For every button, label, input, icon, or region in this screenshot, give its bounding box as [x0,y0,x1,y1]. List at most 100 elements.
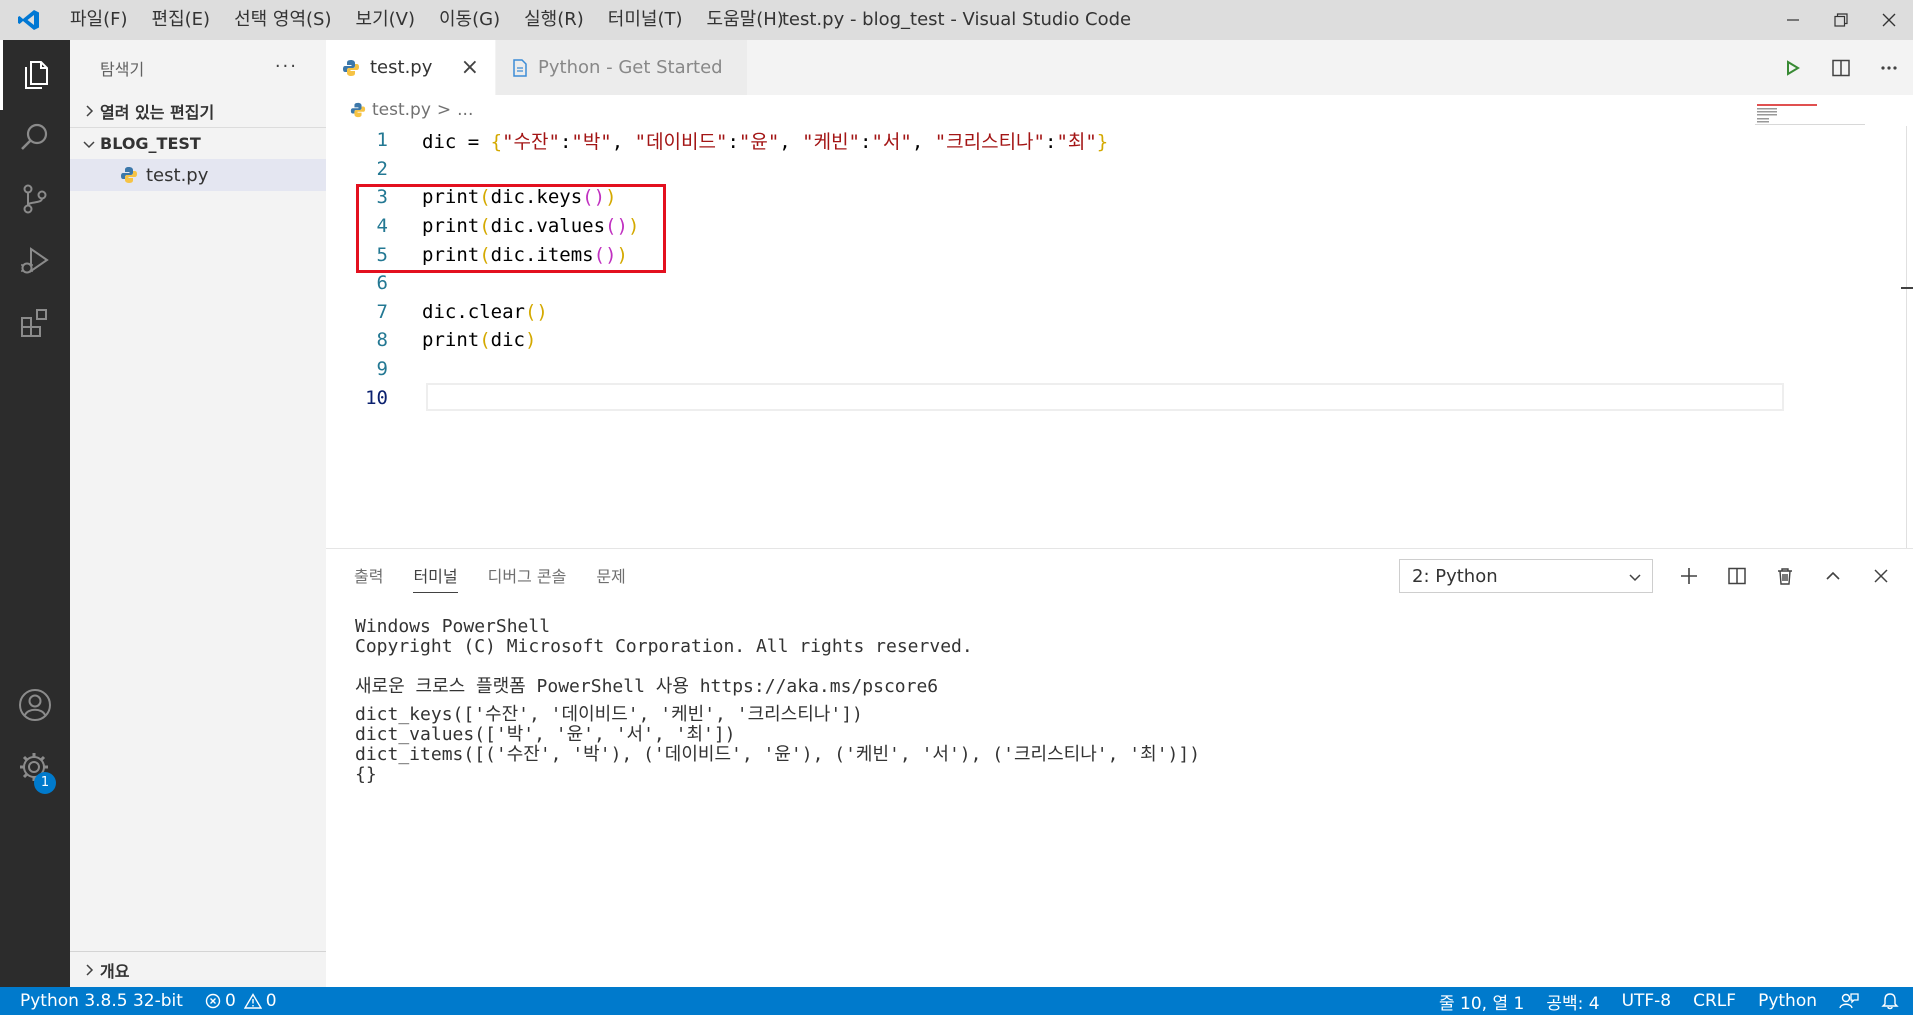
minimap[interactable] [1755,102,1865,126]
warning-icon [243,993,262,1009]
breadcrumb-file[interactable]: test.py [372,100,431,120]
code-line: 6 [326,269,1786,298]
panel-tabs: 출력 터미널 디버그 콘솔 문제 [326,549,656,601]
kill-terminal-button[interactable] [1761,559,1809,593]
split-terminal-button[interactable] [1713,559,1761,593]
editor-actions [1769,40,1913,95]
terminal-line: Windows PowerShell [355,616,551,637]
code-text: print(dic) [422,329,537,352]
tab-label: test.py [370,57,433,78]
bottom-panel: 출력 터미널 디버그 콘솔 문제 2: Python Windows Power… [326,548,1913,987]
menu-help[interactable]: 도움말(H) [695,0,796,40]
folder-section[interactable]: BLOG_TEST [70,127,326,159]
line-number: 10 [365,386,388,409]
tab-debug-console[interactable]: 디버그 콘솔 [488,549,567,601]
indentation-status[interactable]: 공백: 4 [1546,989,1599,1014]
close-tab-icon[interactable]: × [461,55,479,80]
python-file-icon [120,166,138,184]
menu-selection[interactable]: 선택 영역(S) [222,0,343,40]
minimize-button[interactable] [1769,0,1817,40]
close-panel-button[interactable] [1857,559,1905,593]
tab-terminal[interactable]: 터미널 [413,549,458,601]
terminal-select[interactable]: 2: Python [1399,559,1653,593]
tab-problems[interactable]: 문제 [596,549,625,601]
feedback-button[interactable] [1839,992,1859,1010]
line-number: 8 [376,329,388,352]
terminal-output[interactable]: Windows PowerShell Copyright (C) Microso… [355,617,1200,785]
feedback-icon [1839,993,1859,1009]
search-icon [21,123,48,150]
manage-activity[interactable]: 1 [0,732,70,802]
file-label: test.py [146,164,209,186]
menu-file[interactable]: 파일(F) [58,0,140,40]
code-text: dic.clear() [422,300,548,323]
editor-tabs: test.py × Python - Get Started [326,40,1913,95]
menu-view[interactable]: 보기(V) [344,0,427,40]
terminal-select-value: 2: Python [1412,565,1498,587]
new-terminal-button[interactable] [1665,559,1713,593]
split-editor-icon [1832,59,1850,76]
language-mode-status[interactable]: Python [1758,991,1817,1011]
menu-run[interactable]: 실행(R) [512,0,596,40]
extensions-icon [21,309,47,337]
problems-status[interactable]: 0 0 [205,991,277,1011]
line-number: 6 [376,272,388,295]
search-activity[interactable] [0,102,70,172]
notifications-button[interactable] [1881,992,1899,1010]
maximize-panel-button[interactable] [1809,559,1857,593]
file-tree-item[interactable]: test.py [70,159,326,191]
chevron-down-icon [1628,568,1642,589]
close-icon [1882,13,1896,27]
source-control-icon [23,184,47,214]
split-editor-button[interactable] [1817,40,1865,95]
encoding-status[interactable]: UTF-8 [1622,991,1672,1011]
breadcrumb-symbol[interactable]: ... [457,100,473,120]
document-icon [512,58,528,77]
terminal-line: dict_values(['박', '윤', '서', '최']) [355,724,736,745]
breadcrumb-separator: > [436,100,452,120]
run-debug-activity[interactable] [0,226,70,296]
terminal-line: dict_items([('수잔', '박'), ('데이비드', '윤'), … [355,744,1201,765]
tab-python-get-started[interactable]: Python - Get Started [496,40,748,95]
python-file-icon [342,59,360,77]
restore-button[interactable] [1817,0,1865,40]
more-icon [1881,65,1897,70]
window-controls [1769,0,1913,40]
chevron-up-icon [1826,571,1840,580]
eol-status[interactable]: CRLF [1693,991,1736,1011]
error-icon [205,993,221,1009]
extensions-activity[interactable] [0,288,70,358]
outline-section[interactable]: 개요 [70,951,326,987]
close-icon [1874,569,1888,583]
close-window-button[interactable] [1865,0,1913,40]
tab-output[interactable]: 출력 [354,549,383,601]
line-number: 9 [376,358,388,381]
explorer-sidebar: 탐색기 ··· 열려 있는 편집기 BLOG_TEST test.py 개요 [70,40,326,987]
code-line: 9 [326,355,1786,384]
editor-area: test.py × Python - Get Started test.py > [326,40,1913,548]
chevron-down-icon [78,133,100,155]
menu-edit[interactable]: 편집(E) [140,0,223,40]
vscode-logo-icon [0,0,58,40]
line-number: 2 [376,157,388,180]
more-actions-icon[interactable]: ··· [275,56,298,77]
source-control-activity[interactable] [0,164,70,234]
python-interpreter-status[interactable]: Python 3.8.5 32-bit [20,991,183,1011]
folder-label: BLOG_TEST [100,134,201,153]
overview-ruler-cursor [1901,287,1913,289]
editor-scrollbar[interactable] [1906,126,1907,548]
explorer-activity[interactable] [0,40,70,110]
status-bar: Python 3.8.5 32-bit 0 0 줄 10, 열 1 공백: 4 … [0,987,1913,1015]
more-editor-actions-button[interactable] [1865,40,1913,95]
tab-test-py[interactable]: test.py × [326,40,496,95]
menu-go[interactable]: 이동(G) [427,0,512,40]
code-highlight-box [356,184,666,273]
menu-terminal[interactable]: 터미널(T) [596,0,695,40]
accounts-activity[interactable] [0,670,70,740]
code-line: 7 dic.clear() [326,298,1786,327]
run-file-button[interactable] [1769,40,1817,95]
code-line: 8 print(dic) [326,326,1786,355]
open-editors-section[interactable]: 열려 있는 편집기 [70,95,326,127]
cursor-position-status[interactable]: 줄 10, 열 1 [1439,989,1524,1014]
